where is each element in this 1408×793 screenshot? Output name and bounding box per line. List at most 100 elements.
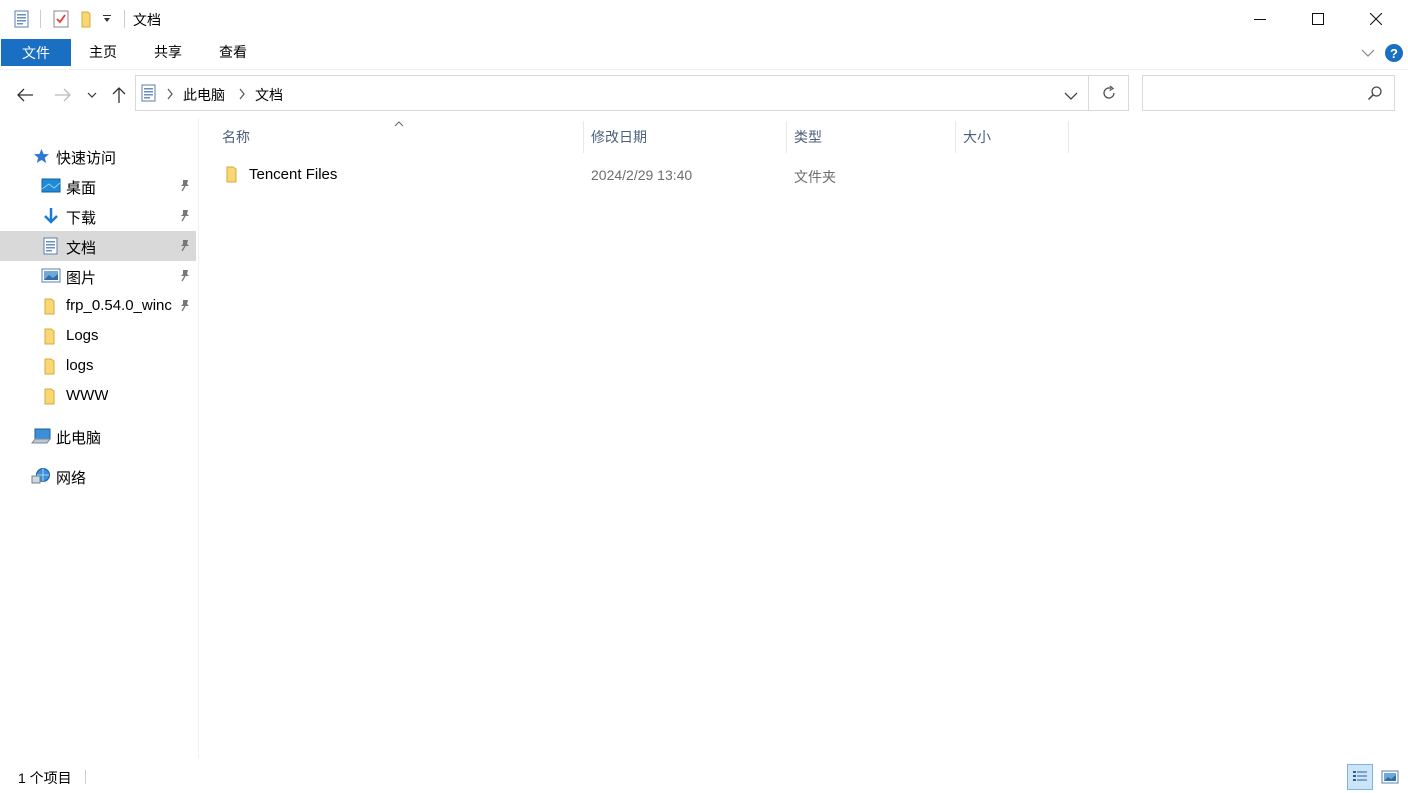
chevron-down-icon bbox=[1064, 92, 1078, 100]
maximize-button[interactable] bbox=[1289, 0, 1347, 38]
tab-home[interactable]: 主页 bbox=[80, 38, 126, 66]
pin-icon[interactable] bbox=[178, 299, 192, 313]
maximize-icon bbox=[1312, 13, 1324, 25]
up-button[interactable] bbox=[106, 82, 132, 108]
properties-icon[interactable] bbox=[51, 9, 71, 29]
sidebar-item-desktop[interactable]: 桌面 bbox=[0, 171, 196, 201]
folder-icon bbox=[44, 328, 55, 345]
breadcrumb-documents[interactable]: 文档 bbox=[255, 85, 283, 105]
sidebar-item-label: 下载 bbox=[66, 210, 97, 227]
sidebar-item-this-pc[interactable]: 此电脑 bbox=[0, 421, 196, 451]
column-header-type[interactable]: 类型 bbox=[794, 125, 954, 153]
details-view-button[interactable] bbox=[1347, 764, 1373, 790]
item-count: 1 个项目 bbox=[18, 770, 72, 786]
sidebar-item-label: Logs bbox=[66, 327, 99, 344]
search-input[interactable] bbox=[1149, 82, 1363, 106]
breadcrumb-this-pc[interactable]: 此电脑 bbox=[183, 85, 225, 105]
minimize-icon bbox=[1254, 19, 1266, 20]
close-icon bbox=[1370, 13, 1382, 25]
download-arrow-icon bbox=[44, 208, 58, 224]
column-divider[interactable] bbox=[955, 121, 956, 153]
column-header-size[interactable]: 大小 bbox=[963, 125, 1063, 153]
recent-locations-button[interactable] bbox=[82, 82, 102, 108]
documents-icon bbox=[43, 237, 58, 255]
status-divider bbox=[85, 770, 86, 784]
breadcrumb-separator-icon[interactable] bbox=[166, 87, 174, 103]
sidebar-item-label: WWW bbox=[66, 387, 109, 404]
file-type: 文件夹 bbox=[794, 169, 836, 185]
back-button[interactable] bbox=[12, 82, 38, 108]
ribbon-tabs: 文件 主页 共享 查看 ? bbox=[0, 38, 1408, 70]
column-divider[interactable] bbox=[786, 121, 787, 153]
breadcrumb-separator-icon[interactable] bbox=[238, 87, 246, 103]
status-bar: 1 个项目 bbox=[0, 758, 1408, 793]
expand-ribbon-button[interactable] bbox=[1360, 45, 1376, 61]
address-history-dropdown[interactable] bbox=[1064, 88, 1078, 104]
large-icons-view-button[interactable] bbox=[1377, 764, 1403, 790]
title-divider bbox=[40, 10, 41, 28]
folder-icon bbox=[44, 358, 55, 375]
column-header-modified[interactable]: 修改日期 bbox=[591, 125, 781, 153]
sidebar-item-www[interactable]: WWW bbox=[0, 381, 196, 411]
sidebar-item-label: 网络 bbox=[56, 470, 87, 487]
column-divider[interactable] bbox=[1068, 121, 1069, 153]
details-view-icon bbox=[1353, 771, 1367, 781]
sidebar-item-logs-upper[interactable]: Logs bbox=[0, 321, 196, 351]
new-folder-icon[interactable] bbox=[77, 9, 97, 29]
sidebar-item-logs-lower[interactable]: logs bbox=[0, 351, 196, 381]
search-box[interactable] bbox=[1142, 75, 1395, 111]
window-title: 文档 bbox=[133, 12, 161, 28]
large-icons-view-icon bbox=[1381, 770, 1399, 784]
sidebar-item-label: 图片 bbox=[66, 270, 97, 287]
sidebar-item-pictures[interactable]: 图片 bbox=[0, 261, 196, 291]
tab-file[interactable]: 文件 bbox=[1, 39, 71, 66]
arrow-right-icon bbox=[55, 88, 71, 102]
sidebar-item-quick-access[interactable]: 快速访问 bbox=[0, 141, 196, 171]
sidebar-item-label: frp_0.54.0_winc bbox=[66, 297, 172, 314]
arrow-left-icon bbox=[17, 88, 33, 102]
refresh-icon bbox=[1102, 85, 1115, 99]
sidebar-item-frp-folder[interactable]: frp_0.54.0_winc bbox=[0, 291, 196, 321]
customize-toolbar-dropdown-icon[interactable] bbox=[100, 9, 114, 29]
pictures-icon bbox=[41, 268, 61, 283]
table-row[interactable]: Tencent Files 2024/2/29 13:40 文件夹 bbox=[217, 160, 1087, 190]
search-icon[interactable] bbox=[1367, 85, 1383, 104]
column-header-name[interactable]: 名称 bbox=[222, 125, 572, 153]
sidebar-item-downloads[interactable]: 下载 bbox=[0, 201, 196, 231]
pin-icon[interactable] bbox=[178, 269, 192, 283]
sidebar-item-documents[interactable]: 文档 bbox=[0, 231, 196, 261]
sidebar-item-label: logs bbox=[66, 357, 94, 374]
navigation-bar: 此电脑 文档 bbox=[0, 70, 1408, 118]
forward-button[interactable] bbox=[50, 82, 76, 108]
sidebar-item-label: 文档 bbox=[66, 240, 97, 257]
tab-view[interactable]: 查看 bbox=[210, 38, 256, 66]
help-icon: ? bbox=[1385, 44, 1403, 62]
pin-icon[interactable] bbox=[178, 209, 192, 223]
file-name: Tencent Files bbox=[249, 166, 338, 183]
desktop-icon bbox=[41, 178, 61, 193]
file-modified: 2024/2/29 13:40 bbox=[591, 167, 693, 183]
chevron-down-icon bbox=[1361, 49, 1375, 57]
network-icon bbox=[31, 468, 50, 484]
column-divider[interactable] bbox=[583, 121, 584, 153]
folder-icon bbox=[226, 166, 237, 183]
arrow-up-icon bbox=[112, 87, 126, 103]
sidebar-item-label: 快速访问 bbox=[56, 150, 117, 167]
navigation-pane: 快速访问 桌面 下载 文档 图片 frp_0.54.0_winc Logs lo… bbox=[0, 118, 199, 758]
address-bar[interactable]: 此电脑 文档 bbox=[135, 75, 1089, 111]
pin-icon[interactable] bbox=[178, 239, 192, 253]
minimize-button[interactable] bbox=[1231, 0, 1289, 38]
documents-app-icon[interactable] bbox=[12, 9, 32, 29]
sidebar-item-network[interactable]: 网络 bbox=[0, 461, 196, 491]
refresh-button[interactable] bbox=[1089, 75, 1129, 111]
pin-icon[interactable] bbox=[178, 179, 192, 193]
help-button[interactable]: ? bbox=[1384, 43, 1404, 63]
file-list: 名称 修改日期 类型 大小 Tencent Files 2024/2/29 13… bbox=[199, 118, 1408, 758]
close-button[interactable] bbox=[1347, 0, 1405, 38]
sidebar-item-label: 桌面 bbox=[66, 180, 97, 197]
svg-text:?: ? bbox=[1390, 46, 1398, 61]
star-icon bbox=[34, 149, 49, 163]
folder-icon bbox=[44, 298, 55, 315]
folder-icon bbox=[44, 388, 55, 405]
tab-share[interactable]: 共享 bbox=[145, 38, 191, 66]
